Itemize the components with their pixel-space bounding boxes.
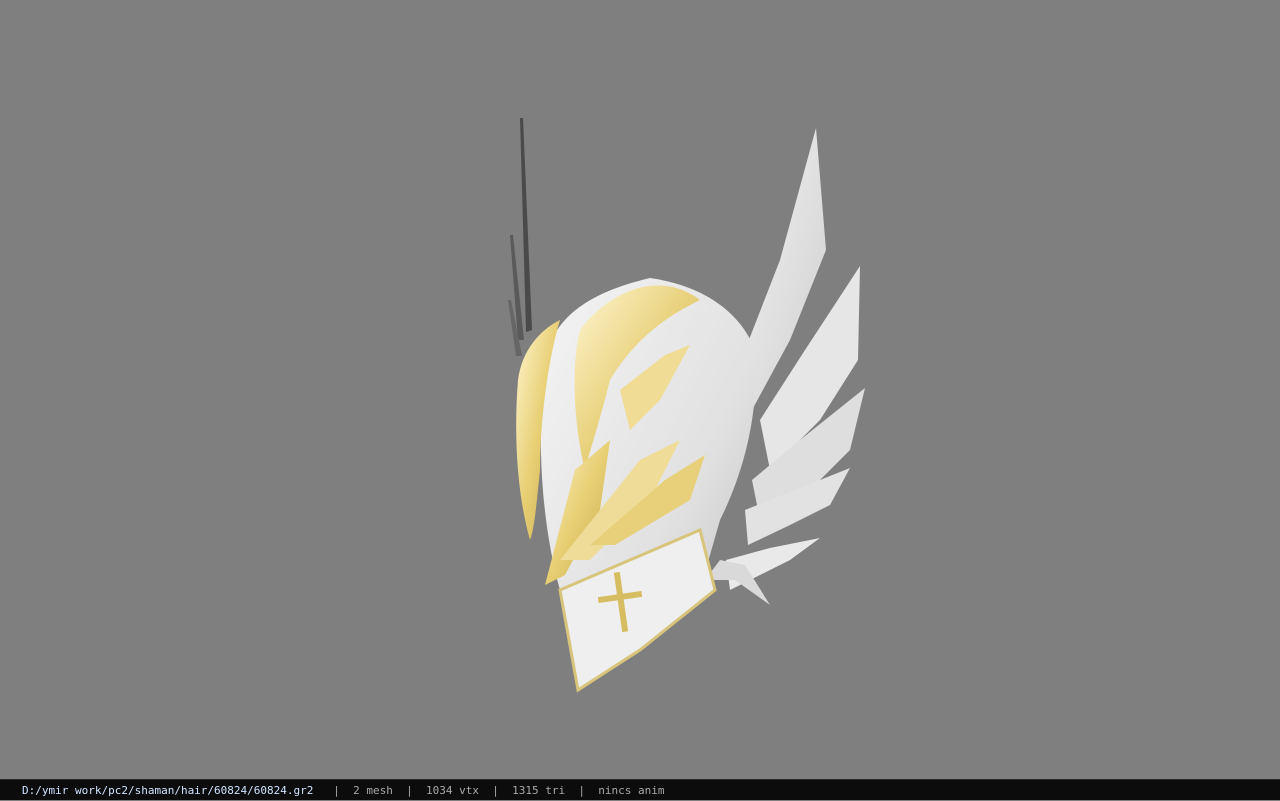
triangle-count: 1315 tri <box>512 784 566 797</box>
helmet-spikes <box>508 118 532 356</box>
status-bar: D:/ymir work/pc2/shaman/hair/60824/60824… <box>0 779 1280 800</box>
vertex-count: 1034 vtx <box>426 784 480 797</box>
separator: | <box>492 784 499 797</box>
helmet-model <box>508 118 865 693</box>
mesh-count: 2 mesh <box>353 784 393 797</box>
separator: | <box>406 784 413 797</box>
separator: | <box>578 784 585 797</box>
3d-viewport[interactable] <box>0 0 1280 779</box>
separator: | <box>333 784 340 797</box>
animation-status: nincs anim <box>598 784 665 797</box>
helmet-shell <box>516 278 756 693</box>
file-path: D:/ymir work/pc2/shaman/hair/60824/60824… <box>22 784 314 797</box>
